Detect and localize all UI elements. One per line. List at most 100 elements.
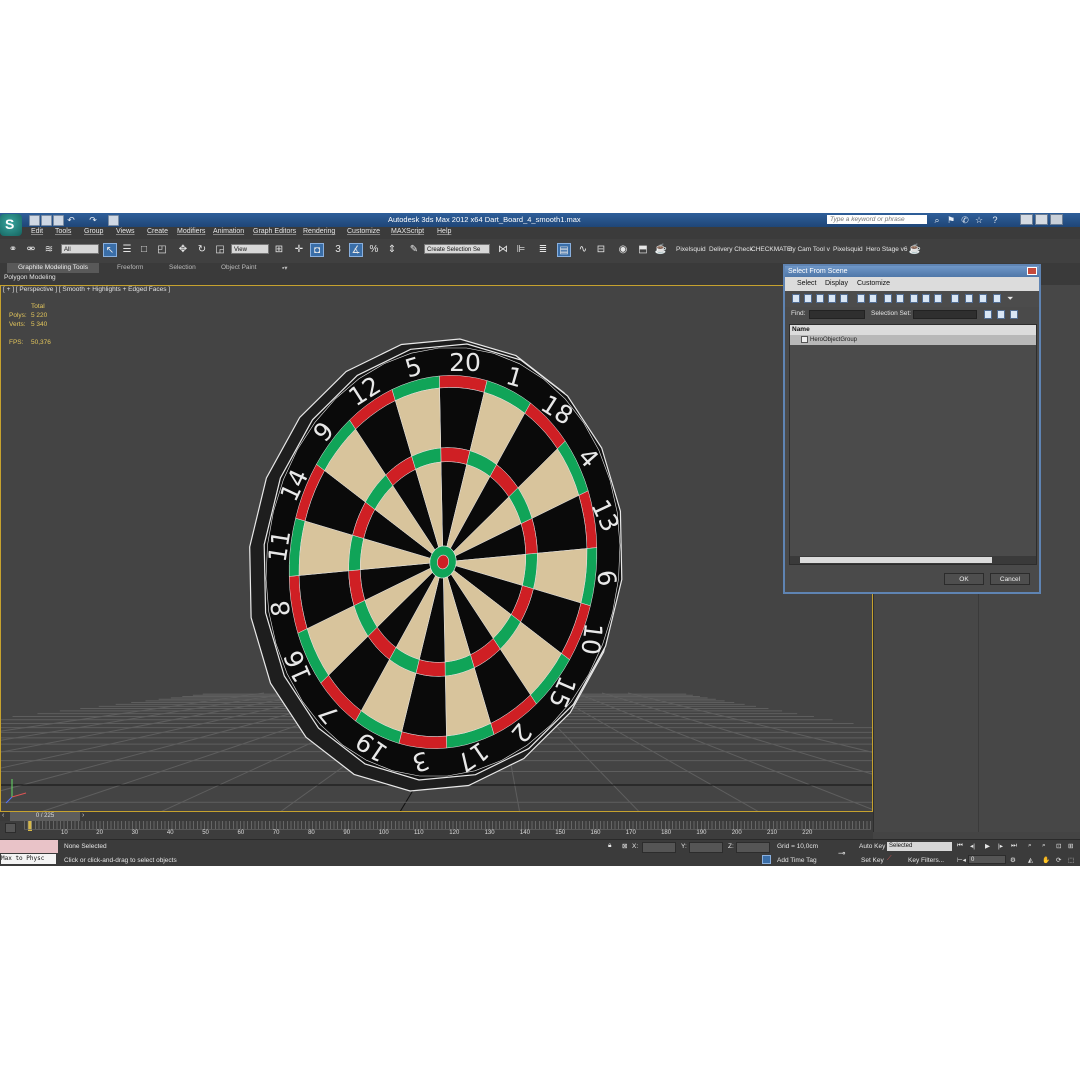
- rotate-icon[interactable]: ↻: [195, 243, 209, 257]
- list-item[interactable]: HeroObjectGroup: [790, 335, 1036, 345]
- sync-selection-icon[interactable]: [993, 294, 1001, 303]
- menu-edit[interactable]: Edit: [31, 228, 43, 235]
- teapot-icon[interactable]: ☕: [908, 243, 922, 257]
- prev-frame-icon[interactable]: ‹: [2, 812, 4, 819]
- menu-customize[interactable]: Customize: [347, 228, 380, 235]
- filter-funnel-icon[interactable]: ⏷: [1007, 294, 1013, 304]
- lock-selection-icon[interactable]: 🔒︎: [608, 842, 611, 850]
- scrollbar-thumb[interactable]: [800, 557, 992, 563]
- menu-tools[interactable]: Tools: [55, 228, 71, 235]
- select-invert-icon[interactable]: [934, 294, 942, 303]
- horizontal-scrollbar[interactable]: [790, 556, 1036, 564]
- z-coordinate-field[interactable]: [736, 842, 770, 853]
- render-icon[interactable]: ☕: [654, 243, 668, 257]
- communication-icon[interactable]: ✆: [960, 215, 970, 225]
- orbit-icon[interactable]: ⟳: [1056, 856, 1061, 864]
- app-logo-icon[interactable]: S: [0, 214, 22, 236]
- move-icon[interactable]: ✥: [176, 243, 190, 257]
- filter-groups-icon[interactable]: [869, 294, 877, 303]
- x-coordinate-field[interactable]: [642, 842, 676, 853]
- find-input[interactable]: [809, 310, 865, 319]
- zoom-all-icon[interactable]: ⌕: [1042, 842, 1046, 850]
- add-time-tag[interactable]: Add Time Tag: [777, 857, 817, 864]
- menu-group[interactable]: Group: [84, 228, 103, 235]
- render-setup-icon[interactable]: ⬒: [636, 243, 650, 257]
- percent-snap-icon[interactable]: %: [367, 243, 381, 257]
- plugin-cam-tool[interactable]: uty Cam Tool v: [787, 246, 830, 253]
- filter-geometry-icon[interactable]: [792, 294, 800, 303]
- subscription-icon[interactable]: ⚑: [946, 215, 956, 225]
- find-case-icon[interactable]: [984, 310, 992, 319]
- unlink-icon[interactable]: ⚮: [24, 243, 38, 257]
- bind-space-warp-icon[interactable]: ≋: [42, 243, 56, 257]
- zoom-extents-all-icon[interactable]: ⊞: [1068, 842, 1073, 850]
- layer-manager-icon[interactable]: ≣: [536, 243, 550, 257]
- filter-shapes-icon[interactable]: [804, 294, 812, 303]
- ribbon-options-icon[interactable]: ▪▾: [282, 264, 288, 272]
- menu-modifiers[interactable]: Modifiers: [177, 228, 205, 235]
- track-bar[interactable]: 10 20 30 40 50 60 70 80 90 100 110 120 130 140 150 160 1…: [0, 821, 873, 839]
- ribbon-panel-title[interactable]: Polygon Modeling: [4, 274, 56, 281]
- selection-set-dropdown[interactable]: [913, 310, 977, 319]
- set-key-icon[interactable]: ⟋: [887, 855, 892, 863]
- project-folder-icon[interactable]: [108, 215, 119, 226]
- auto-key-button[interactable]: Auto Key: [859, 843, 885, 850]
- time-tag-icon[interactable]: [762, 855, 771, 864]
- select-object-icon[interactable]: ↖: [103, 243, 117, 257]
- window-crossing-icon[interactable]: ◰: [155, 243, 169, 257]
- maxscript-listener-input[interactable]: [0, 840, 58, 853]
- menu-animation[interactable]: Animation: [213, 228, 244, 235]
- scale-icon[interactable]: ◲: [213, 243, 227, 257]
- key-mode-dropdown[interactable]: Selected: [887, 842, 952, 851]
- plugin-pixelsquid-2[interactable]: Pixelsquid: [833, 246, 863, 253]
- select-none-icon[interactable]: [922, 294, 930, 303]
- undo-icon[interactable]: ↶: [66, 215, 76, 225]
- search-icon[interactable]: ⌕: [932, 215, 942, 225]
- filter-lights-icon[interactable]: [816, 294, 824, 303]
- find-regex-icon[interactable]: [1010, 310, 1018, 319]
- pivot-center-icon[interactable]: ⊞: [272, 243, 286, 257]
- next-key-icon[interactable]: |▸: [998, 842, 1003, 850]
- menu-rendering[interactable]: Rendering: [303, 228, 335, 235]
- selection-filter-dropdown[interactable]: All: [61, 244, 99, 254]
- column-header-name[interactable]: Name: [790, 325, 1036, 335]
- menu-create[interactable]: Create: [147, 228, 168, 235]
- y-coordinate-field[interactable]: [689, 842, 723, 853]
- keyboard-shortcut-icon[interactable]: ◘: [310, 243, 324, 257]
- time-slider[interactable]: ‹ 0 / 225 ›: [0, 812, 873, 821]
- save-file-icon[interactable]: [53, 215, 64, 226]
- ok-button[interactable]: OK: [944, 573, 984, 585]
- menu-graph-editors[interactable]: Graph Editors: [253, 228, 296, 235]
- filter-cameras-icon[interactable]: [828, 294, 836, 303]
- scene-object-list[interactable]: Name HeroObjectGroup: [789, 324, 1037, 565]
- plugin-delivery-check[interactable]: Delivery Check: [709, 246, 753, 253]
- set-key-button[interactable]: Set Key: [861, 857, 884, 864]
- align-icon[interactable]: ⊫: [514, 243, 528, 257]
- display-influences-icon[interactable]: [965, 294, 973, 303]
- pan-icon[interactable]: ✋: [1042, 856, 1050, 864]
- search-input[interactable]: Type a keyword or phrase: [827, 215, 927, 224]
- dialog-close-button[interactable]: [1027, 267, 1037, 275]
- edit-named-selection-icon[interactable]: ✎: [407, 243, 421, 257]
- select-by-name-icon[interactable]: ☰: [120, 243, 134, 257]
- curve-editor-icon[interactable]: ∿: [576, 243, 590, 257]
- menu-views[interactable]: Views: [116, 228, 135, 235]
- filter-spacewarps-icon[interactable]: [857, 294, 865, 303]
- plugin-checkmate[interactable]: CHECKMATE: [751, 246, 791, 253]
- graphite-toggle-icon[interactable]: ▤: [557, 243, 571, 257]
- close-button[interactable]: [1050, 214, 1063, 225]
- filter-bones-icon[interactable]: [896, 294, 904, 303]
- angle-snap-icon[interactable]: ∡: [349, 243, 363, 257]
- tab-freeform[interactable]: Freeform: [117, 264, 143, 271]
- next-frame-icon[interactable]: ›: [82, 812, 84, 819]
- dialog-menu-customize[interactable]: Customize: [857, 280, 890, 287]
- dialog-title[interactable]: Select From Scene: [785, 266, 1039, 277]
- plugin-pixelsquid[interactable]: Pixelsquid: [676, 246, 706, 253]
- link-icon[interactable]: ⚭: [6, 243, 20, 257]
- current-frame-field[interactable]: 0: [968, 855, 1006, 864]
- menu-maxscript[interactable]: MAXScript: [391, 228, 424, 235]
- tab-graphite-modeling-tools[interactable]: Graphite Modeling Tools: [7, 263, 99, 273]
- select-all-icon[interactable]: [910, 294, 918, 303]
- minimize-button[interactable]: [1020, 214, 1033, 225]
- filter-xrefs-icon[interactable]: [884, 294, 892, 303]
